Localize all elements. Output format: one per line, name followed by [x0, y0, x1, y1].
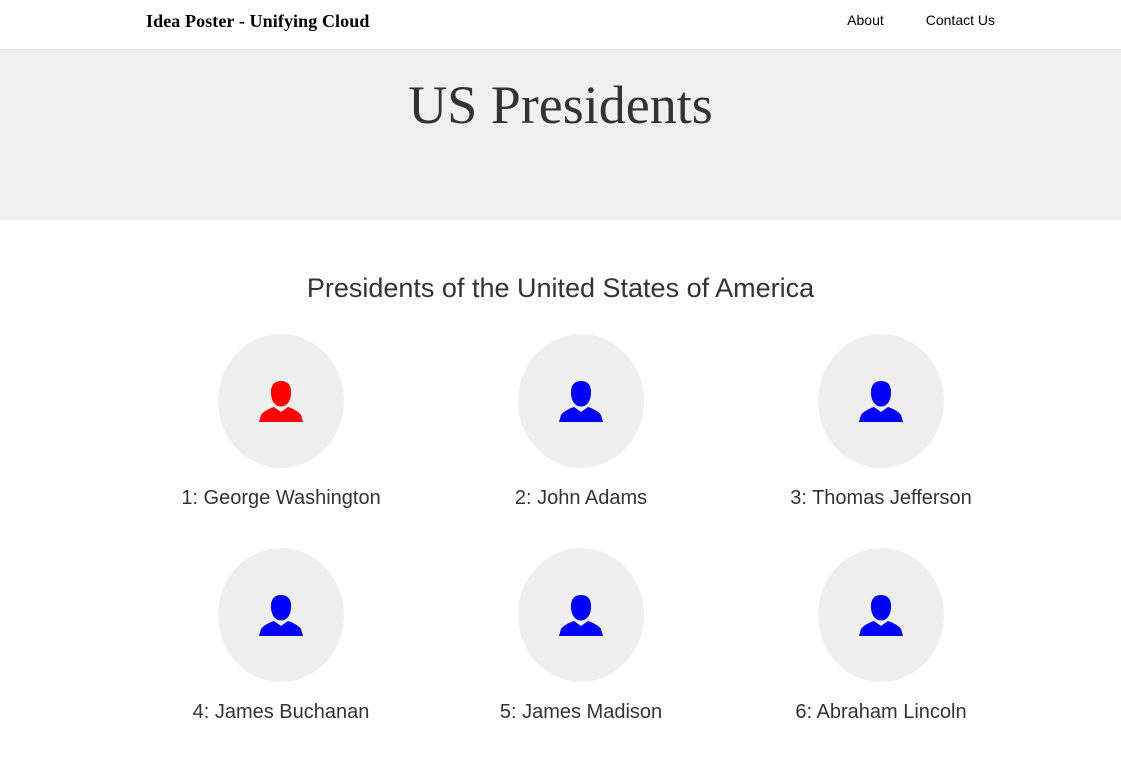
- president-card[interactable]: 2: John Adams: [431, 334, 731, 510]
- president-name: 3: Thomas Jefferson: [790, 487, 972, 509]
- section-title: Presidents of the United States of Ameri…: [306, 273, 815, 303]
- brand-link[interactable]: Idea Poster - Unifying Cloud: [146, 11, 369, 32]
- hero-banner: US Presidents: [0, 50, 1121, 220]
- person-icon: [858, 593, 904, 637]
- president-card[interactable]: 6: Abraham Lincoln: [731, 548, 1031, 724]
- president-name: 5: James Madison: [499, 701, 663, 723]
- person-icon: [258, 593, 304, 637]
- avatar[interactable]: [218, 548, 344, 682]
- avatar[interactable]: [518, 548, 644, 682]
- avatar[interactable]: [518, 334, 644, 468]
- president-name: 1: George Washington: [181, 487, 381, 509]
- president-name: 6: Abraham Lincoln: [795, 701, 967, 723]
- person-icon: [858, 379, 904, 423]
- avatar[interactable]: [818, 334, 944, 468]
- person-icon: [558, 593, 604, 637]
- avatar[interactable]: [818, 548, 944, 682]
- president-card[interactable]: 5: James Madison: [431, 548, 731, 724]
- president-card[interactable]: 4: James Buchanan: [131, 548, 431, 724]
- person-icon: [558, 379, 604, 423]
- president-name: 2: John Adams: [514, 487, 648, 509]
- person-icon: [258, 379, 304, 423]
- nav-link-about[interactable]: About: [847, 12, 884, 28]
- page-title: US Presidents: [408, 75, 713, 135]
- navbar: Idea Poster - Unifying Cloud About Conta…: [0, 0, 1121, 50]
- nav-link-contact-us[interactable]: Contact Us: [926, 12, 995, 28]
- president-card[interactable]: 3: Thomas Jefferson: [731, 334, 1031, 510]
- avatar[interactable]: [218, 334, 344, 468]
- president-card[interactable]: 1: George Washington: [131, 334, 431, 510]
- nav-links: About Contact Us: [847, 12, 995, 28]
- president-name: 4: James Buchanan: [192, 701, 370, 723]
